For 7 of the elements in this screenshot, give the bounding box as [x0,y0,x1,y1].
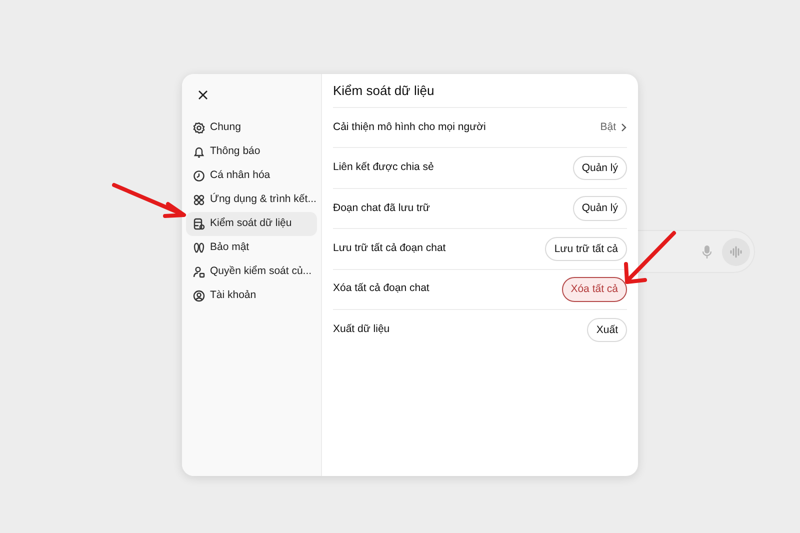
setting-label: Đoạn chat đã lưu trữ [333,200,430,216]
panel-title: Kiểm soát dữ liệu [333,74,627,108]
setting-label: Lưu trữ tất cả đoạn chat [333,240,446,256]
setting-label: Xóa tất cả đoạn chat [333,281,430,296]
setting-label: Liên kết được chia sẻ [333,160,434,176]
setting-label: Cải thiện mô hình cho mọi người [333,120,486,135]
setting-label: Xuất dữ liệu [333,322,390,338]
